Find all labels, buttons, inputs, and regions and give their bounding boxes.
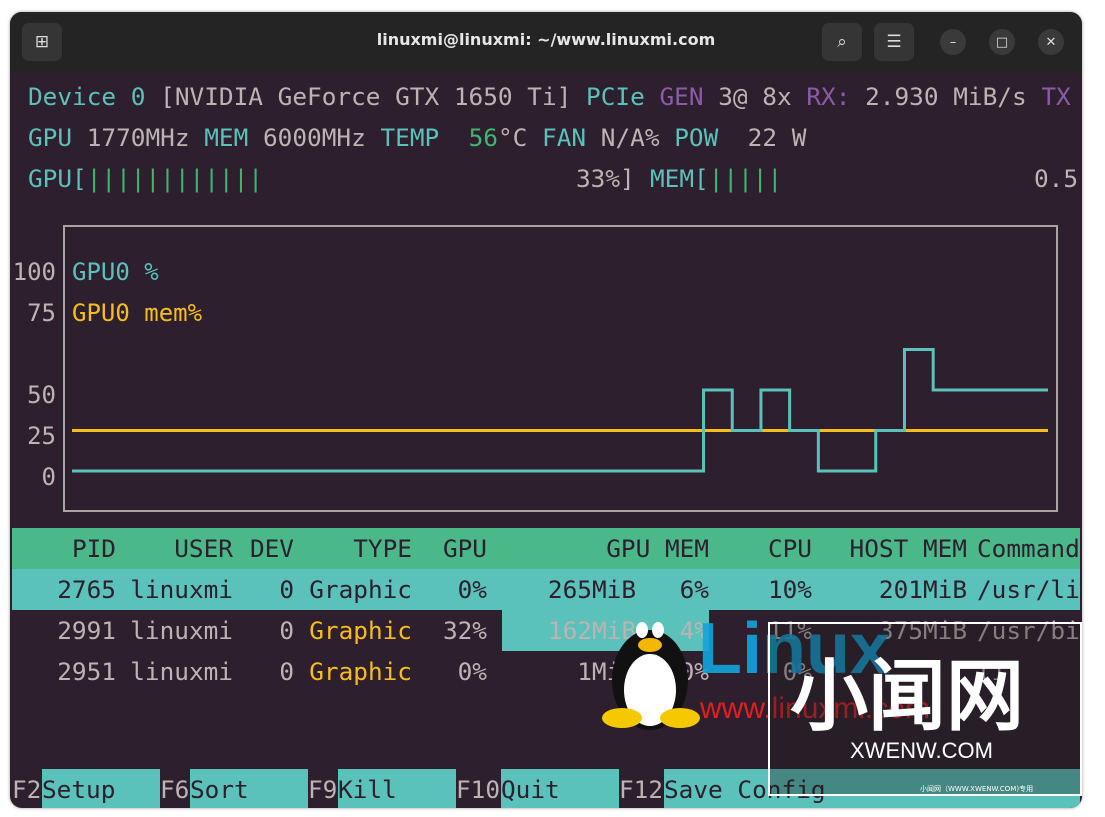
- window-title: linuxmi@linuxmi: ~/www.linuxmi.com: [376, 30, 716, 49]
- cell-user: linuxmi: [130, 575, 233, 604]
- gpu-percent: 33%]: [576, 164, 635, 193]
- mem-bar: MEM[|||||: [650, 164, 783, 193]
- header-cpu[interactable]: CPU: [768, 528, 812, 569]
- cell-gpu: 32%: [442, 616, 487, 645]
- watermark-small: 小闻网（WWW.XWENW.COM)专用: [920, 785, 1034, 793]
- maximize-icon[interactable]: □: [989, 29, 1015, 55]
- title-bar: ⊞ linuxmi@linuxmi: ~/www.linuxmi.com ⌕ ☰…: [10, 12, 1082, 72]
- minimize-icon[interactable]: –: [940, 29, 966, 55]
- chart-frame: [63, 225, 1058, 512]
- watermark-domain: XWENW.COM: [850, 738, 993, 763]
- cell-user: linuxmi: [130, 657, 233, 686]
- series-line-0: [72, 348, 1048, 473]
- cell-type: Graphic: [309, 575, 412, 604]
- table-header: PID USER DEV TYPE GPU GPU MEM CPU HOST M…: [12, 528, 1080, 651]
- watermark-box: 小闻网 XWENW.COM 小闻网（WWW.XWENW.COM)专用: [768, 622, 1082, 796]
- kill-button[interactable]: Kill: [338, 769, 456, 808]
- device-line: Device 0 [NVIDIA GeForce GTX 1650 Ti] PC…: [28, 82, 1071, 111]
- header-gpu[interactable]: GPU: [443, 528, 487, 569]
- y-tick-label: 100: [13, 258, 56, 286]
- mem-value: 0.5: [1034, 164, 1079, 193]
- y-tick-label: 25: [27, 422, 56, 450]
- search-icon[interactable]: ⌕: [822, 23, 862, 61]
- header-user[interactable]: USER: [174, 528, 233, 569]
- f2-key: F2: [12, 775, 42, 804]
- header-pid[interactable]: PID: [72, 528, 116, 569]
- cell-type: Graphic: [309, 616, 412, 645]
- cell-dev: 0: [279, 657, 294, 686]
- cell-dev: 0: [279, 616, 294, 645]
- f6-key: F6: [160, 775, 190, 804]
- tux-penguin-icon: [602, 622, 700, 730]
- f10-key: F10: [456, 775, 501, 804]
- menu-icon[interactable]: ☰: [874, 23, 914, 61]
- header-gpu-mem[interactable]: GPU MEM: [606, 528, 709, 569]
- legend-entry: GPU0 %: [72, 258, 159, 286]
- y-tick-label: 50: [27, 381, 56, 409]
- gpu-bar: GPU[||||||||||||: [28, 164, 263, 193]
- cell-gpu: 0%: [457, 657, 487, 686]
- cell-pid: 2951: [57, 657, 116, 686]
- f9-key: F9: [308, 775, 338, 804]
- watermark: Linux www.linuxmi.com 小闻网 XWENW.COM 小闻网（…: [600, 600, 1082, 800]
- sort-button[interactable]: Sort: [190, 769, 308, 808]
- y-tick-label: 0: [42, 463, 56, 491]
- header-command[interactable]: Command: [977, 528, 1080, 569]
- header-host-mem[interactable]: HOST MEM: [850, 528, 967, 569]
- close-icon[interactable]: ✕: [1038, 29, 1064, 55]
- cell-user: linuxmi: [130, 616, 233, 645]
- header-dev[interactable]: DEV: [250, 528, 294, 569]
- usage-bars: GPU[|||||||||||| 33%] MEM[||||| 0.5: [28, 158, 1082, 199]
- clock-line: GPU 1770MHz MEM 6000MHz TEMP 56°C FAN N/…: [28, 123, 807, 152]
- header-type[interactable]: TYPE: [353, 528, 412, 569]
- cell-type: Graphic: [309, 657, 412, 686]
- legend-entry: GPU0 mem%: [72, 299, 203, 327]
- cell-dev: 0: [279, 575, 294, 604]
- y-tick-label: 75: [27, 299, 56, 327]
- cell-pid: 2765: [57, 575, 116, 604]
- setup-button[interactable]: Setup: [42, 769, 160, 808]
- cell-gpu: 0%: [457, 575, 487, 604]
- watermark-cn: 小闻网: [790, 652, 1025, 742]
- gpu-history-chart: 100 75 50 25 0 GPU0 % GPU0 mem%: [13, 225, 1058, 512]
- cell-pid: 2991: [57, 616, 116, 645]
